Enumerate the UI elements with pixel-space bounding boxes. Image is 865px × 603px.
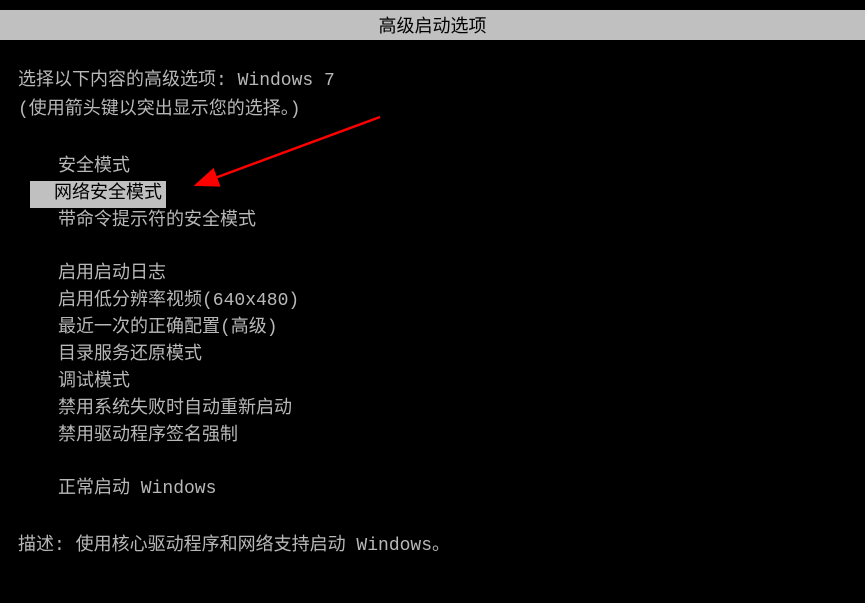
option-debug-mode[interactable]: 调试模式	[54, 369, 847, 396]
description-line: 描述: 使用核心驱动程序和网络支持启动 Windows。	[0, 533, 865, 560]
title-bar: 高级启动选项	[0, 10, 865, 40]
option-enable-boot-log[interactable]: 启用启动日志	[54, 261, 847, 288]
option-disable-driver-sig[interactable]: 禁用驱动程序签名强制	[54, 423, 847, 450]
content-area: 选择以下内容的高级选项: Windows 7 (使用箭头键以突出显示您的选择。)…	[0, 40, 865, 503]
option-safe-mode-cmd[interactable]: 带命令提示符的安全模式	[54, 208, 847, 235]
option-start-normally[interactable]: 正常启动 Windows	[54, 476, 847, 503]
option-low-res-video[interactable]: 启用低分辨率视频(640x480)	[54, 288, 847, 315]
title-text: 高级启动选项	[379, 18, 487, 38]
instruction-line-2: (使用箭头键以突出显示您的选择。)	[18, 97, 847, 124]
boot-options-list[interactable]: 安全模式 网络安全模式 带命令提示符的安全模式 启用启动日志 启用低分辨率视频(…	[54, 154, 847, 503]
description-label: 描述:	[18, 536, 65, 556]
option-disable-auto-restart[interactable]: 禁用系统失败时自动重新启动	[54, 396, 847, 423]
instruction-line-1: 选择以下内容的高级选项: Windows 7	[18, 68, 847, 95]
option-safe-mode[interactable]: 安全模式	[54, 154, 847, 181]
option-ds-restore[interactable]: 目录服务还原模式	[54, 342, 847, 369]
option-last-known-good[interactable]: 最近一次的正确配置(高级)	[54, 315, 847, 342]
option-safe-mode-networking[interactable]: 网络安全模式	[30, 181, 847, 208]
description-text: 使用核心驱动程序和网络支持启动 Windows。	[76, 536, 450, 556]
